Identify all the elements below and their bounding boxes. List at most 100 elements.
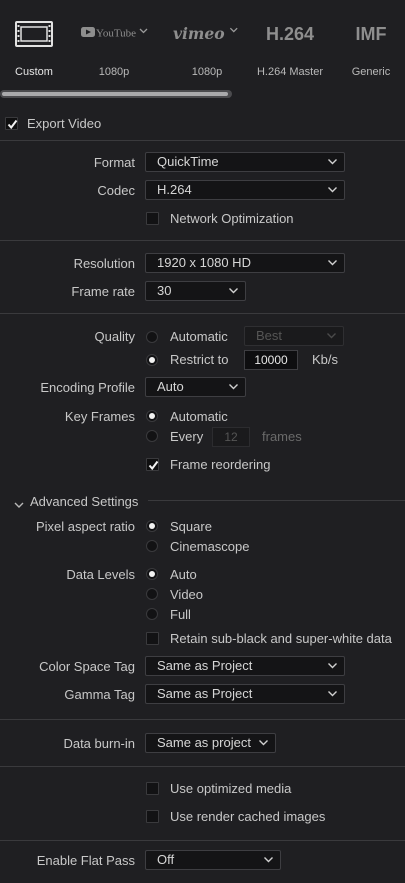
resolution-label: Resolution [73, 256, 135, 271]
key-frames-automatic-label: Automatic [170, 409, 228, 424]
pixel-aspect-cinemascope-label: Cinemascope [170, 539, 250, 554]
data-levels-auto-radio[interactable] [146, 568, 158, 580]
quality-automatic-dropdown[interactable]: Best [244, 326, 344, 346]
preset-h264[interactable]: H.264 H.264 Master [254, 16, 326, 79]
presets-scrollbar-thumb[interactable] [2, 92, 228, 96]
h264-logo: H.264 [254, 16, 326, 52]
network-optimization-checkbox[interactable] [146, 212, 159, 225]
enable-flat-pass-label: Enable Flat Pass [36, 853, 135, 868]
use-render-cached-label: Use render cached images [170, 809, 326, 824]
retain-subblack-label: Retain sub-black and super-white data [170, 631, 392, 646]
key-frames-every-radio[interactable] [146, 430, 158, 442]
preset-label: H.264 Master [256, 66, 324, 78]
data-levels-video-label: Video [170, 587, 204, 602]
chevron-down-icon [229, 384, 238, 392]
data-burn-in-value: Same as project [157, 735, 251, 750]
enable-flat-pass-dropdown[interactable]: Off [145, 850, 281, 870]
chevron-down-icon [328, 260, 337, 268]
enable-flat-pass-value: Off [157, 852, 175, 867]
key-frames-automatic-radio[interactable] [146, 410, 158, 422]
quality-label: Quality [94, 329, 135, 344]
format-dropdown[interactable]: QuickTime [145, 152, 345, 172]
network-optimization-label: Network Optimization [170, 211, 294, 226]
frame-rate-label: Frame rate [71, 284, 135, 299]
quality-restrict-label: Restrict to [170, 352, 229, 367]
format-label: Format [93, 155, 135, 170]
quality-automatic-label: Automatic [170, 329, 228, 344]
chevron-down-icon [328, 159, 337, 167]
data-levels-full-label: Full [170, 607, 191, 622]
color-space-tag-dropdown[interactable]: Same as Project [145, 656, 345, 676]
imf-logo-text: IMF [355, 23, 387, 44]
gamma-tag-dropdown[interactable]: Same as Project [145, 684, 345, 704]
resolution-dropdown[interactable]: 1920 x 1080 HD [145, 253, 345, 273]
frame-reordering-checkbox[interactable] [146, 458, 159, 471]
preset-youtube[interactable]: YouTube 1080p [78, 16, 150, 78]
vimeo-logo-text: vimeo [173, 24, 225, 43]
data-levels-video-radio[interactable] [146, 588, 158, 600]
chevron-down-icon [139, 28, 148, 34]
chevron-down-icon [264, 857, 273, 865]
vimeo-logo: vimeo [171, 16, 243, 52]
chevron-down-icon [328, 691, 337, 699]
chevron-down-icon [229, 288, 238, 296]
use-render-cached-checkbox[interactable] [146, 810, 159, 823]
key-frames-label: Key Frames [64, 409, 135, 424]
retain-subblack-checkbox[interactable] [146, 632, 159, 645]
gamma-tag-value: Same as Project [157, 686, 253, 701]
encoding-profile-label: Encoding Profile [40, 380, 135, 395]
chevron-down-icon [328, 187, 337, 195]
divider [0, 140, 405, 141]
advanced-settings-title[interactable]: Advanced Settings [30, 494, 138, 509]
divider [0, 719, 405, 720]
codec-dropdown[interactable]: H.264 [145, 180, 345, 200]
encoding-profile-dropdown[interactable]: Auto [145, 377, 246, 397]
quality-restrict-radio[interactable] [146, 354, 158, 366]
key-frames-every-label: Every [170, 429, 204, 444]
preset-label: 1080p [191, 66, 223, 78]
frame-rate-dropdown[interactable]: 30 [145, 281, 246, 301]
color-space-tag-value: Same as Project [157, 658, 253, 673]
export-video-checkbox[interactable] [5, 117, 18, 130]
divider [148, 500, 405, 501]
divider [0, 840, 405, 841]
format-value: QuickTime [157, 154, 219, 169]
quality-automatic-radio[interactable] [146, 331, 158, 343]
resolution-value: 1920 x 1080 HD [157, 255, 251, 270]
youtube-logo-text: YouTube [96, 28, 136, 40]
youtube-logo: YouTube [78, 16, 150, 52]
encoding-profile-value: Auto [157, 379, 184, 394]
preset-vimeo[interactable]: vimeo 1080p [171, 16, 243, 78]
divider [0, 240, 405, 241]
codec-label: Codec [97, 183, 135, 198]
preset-label: Custom [15, 66, 53, 78]
pixel-aspect-cinemascope-radio[interactable] [146, 540, 158, 552]
preset-imf[interactable]: IMF Generic [335, 16, 405, 79]
filmstrip-icon [0, 16, 70, 52]
quality-automatic-value: Best [256, 328, 283, 343]
divider [0, 313, 405, 314]
imf-logo: IMF [335, 16, 405, 52]
key-frames-every-unit: frames [262, 429, 302, 444]
chevron-down-icon [327, 333, 336, 341]
gamma-tag-label: Gamma Tag [64, 687, 135, 702]
chevron-down-icon [328, 663, 337, 671]
export-video-label: Export Video [27, 116, 102, 131]
data-levels-full-radio[interactable] [146, 608, 158, 620]
preset-label: Generic [351, 66, 391, 78]
use-optimized-media-label: Use optimized media [170, 781, 292, 796]
use-optimized-media-checkbox[interactable] [146, 782, 159, 795]
pixel-aspect-label: Pixel aspect ratio [36, 519, 135, 534]
data-burn-in-dropdown[interactable]: Same as project [145, 733, 276, 753]
preset-custom[interactable]: Custom [0, 16, 70, 78]
pixel-aspect-square-radio[interactable] [146, 520, 158, 532]
quality-restrict-unit: Kb/s [312, 352, 339, 367]
advanced-settings-toggle[interactable] [14, 497, 24, 512]
quality-restrict-input[interactable]: 10000 [244, 350, 298, 370]
preset-label: 1080p [98, 66, 130, 78]
checkmark-icon [7, 119, 18, 130]
data-levels-auto-label: Auto [170, 567, 197, 582]
chevron-down-icon [229, 27, 238, 33]
divider [0, 766, 405, 767]
key-frames-every-input[interactable]: 12 [212, 427, 250, 447]
